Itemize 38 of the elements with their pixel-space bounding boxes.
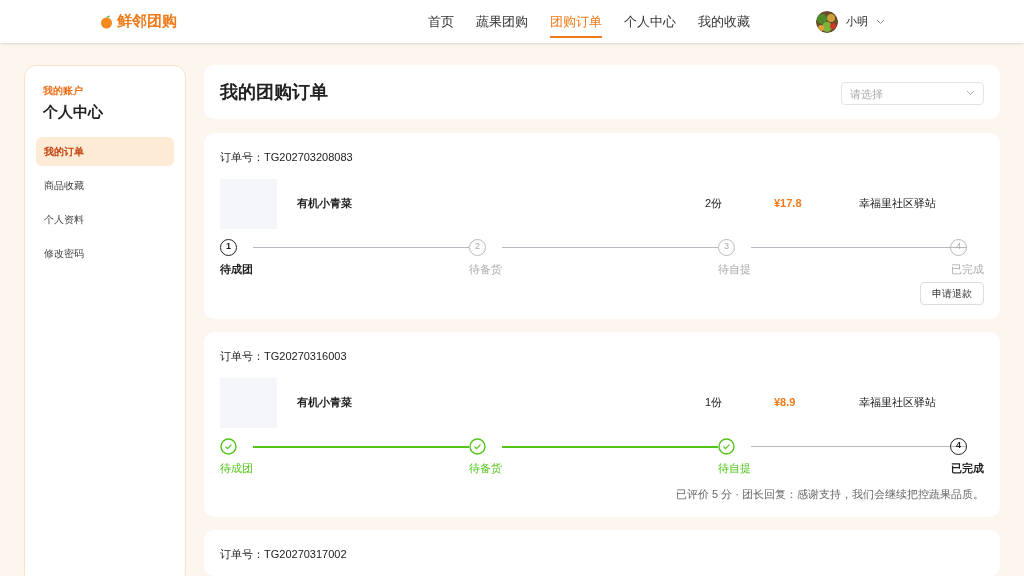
quantity-text: 2份 [705, 196, 724, 212]
chevron-down-icon [966, 89, 975, 96]
nav-link[interactable]: 个人中心 [624, 4, 676, 39]
step-label: 已完成 [951, 261, 984, 277]
review-note: 已评价 5 分 · 团长回复：感谢支持，我们会继续把控蔬果品质。 [676, 487, 984, 502]
step-label: 待备货 [469, 261, 502, 277]
sidebar-title: 个人中心 [42, 102, 104, 122]
pickup-location: 幸福里社区驿站 [859, 196, 936, 212]
chevron-down-icon[interactable] [876, 18, 885, 25]
section-label: 我的账户 [42, 84, 84, 98]
price-text: ¥8.9 [774, 395, 797, 411]
product-name: 有机小青菜 [297, 196, 353, 212]
pickup-location: 幸福里社区驿站 [859, 395, 936, 411]
refund-button[interactable]: 申请退款 [920, 282, 984, 305]
sidebar-item[interactable]: 修改密码 [36, 238, 174, 268]
order-number: 订单号：TG20270317002 [220, 546, 348, 562]
quantity-text: 1份 [705, 395, 724, 411]
nav-link[interactable]: 首页 [428, 4, 454, 39]
fruit-icon [100, 14, 113, 29]
status-select[interactable]: 请选择 [841, 82, 984, 105]
sidebar-item[interactable]: 我的订单 [36, 136, 174, 166]
step-label: 待备货 [469, 460, 502, 476]
sidebar-item[interactable]: 商品收藏 [36, 170, 174, 200]
step-label: 已完成 [951, 460, 984, 476]
sidebar-item[interactable]: 个人资料 [36, 204, 174, 234]
order-number: 订单号：TG202703208083 [220, 150, 354, 165]
price-text: ¥17.8 [774, 196, 803, 212]
nav-link[interactable]: 我的收藏 [698, 4, 750, 39]
logo-text: 鲜邻团购 [117, 11, 177, 32]
step-label: 待自提 [718, 261, 751, 277]
page-title: 我的团购订单 [220, 80, 328, 104]
step-label: 待自提 [718, 460, 751, 476]
step-label: 待成团 [220, 261, 253, 277]
step-label: 待成团 [220, 460, 253, 476]
user-name[interactable]: 小明 [846, 13, 868, 30]
nav-link[interactable]: 蔬果团购 [476, 4, 528, 39]
order-number: 订单号：TG20270316003 [220, 349, 348, 364]
product-name: 有机小青菜 [297, 395, 353, 411]
